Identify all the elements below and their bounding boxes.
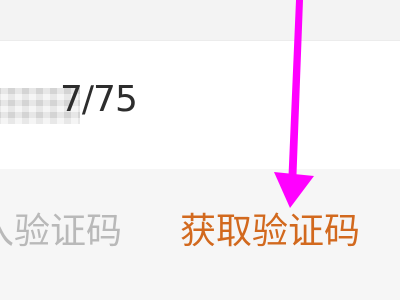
blurred-overlay xyxy=(238,250,400,300)
screen: 7/75 入验证码 获取验证码 xyxy=(0,0,400,300)
verification-code-input-placeholder[interactable]: 入验证码 xyxy=(0,214,122,250)
top-strip xyxy=(0,0,400,40)
phone-number-value: 7/75 xyxy=(60,79,138,120)
get-verification-code-button[interactable]: 获取验证码 xyxy=(180,214,360,250)
